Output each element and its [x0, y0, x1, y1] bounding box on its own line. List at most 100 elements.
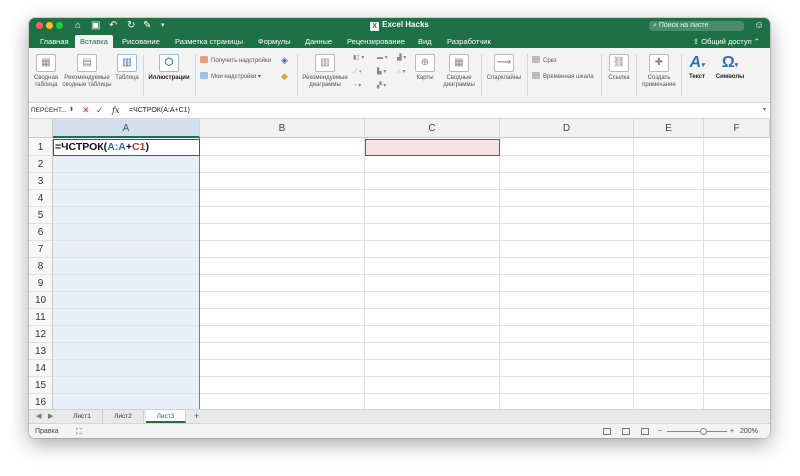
page-break-view-icon[interactable] — [641, 428, 649, 435]
name-box-dropdown-icon[interactable]: ⬍ — [69, 104, 74, 117]
zoom-level[interactable]: 200% — [740, 424, 758, 438]
ribbon-separator — [143, 54, 144, 96]
link-icon: ⛓ — [609, 54, 629, 72]
line-chart-icon[interactable]: ⟋ ▾ — [353, 68, 362, 76]
link-label: Ссылка — [608, 75, 630, 81]
worksheet-grid[interactable]: A B C D E F 1 2 3 4 5 6 7 8 9 10 11 12 1… — [29, 119, 770, 409]
share-button[interactable]: ⇪ Общий доступ ⌃ — [693, 35, 760, 48]
name-box[interactable]: ПЕРСЕНТ... — [31, 105, 67, 116]
bing-map-icon[interactable]: ◆ — [281, 72, 288, 81]
pivot-chart-label: Сводные диаграммы — [443, 75, 475, 88]
row-header-3[interactable]: 3 — [29, 173, 53, 190]
sheet-tab-2[interactable]: Лист2 — [103, 410, 144, 423]
pivot-chart-button[interactable]: ▦ Сводные диаграммы — [439, 52, 479, 89]
gridline — [53, 189, 770, 190]
zoom-in-button[interactable]: + — [730, 424, 734, 438]
row-header-8[interactable]: 8 — [29, 258, 53, 275]
sheet-tab-1[interactable]: Лист1 — [62, 410, 103, 423]
tab-developer[interactable]: Разработчик — [442, 35, 496, 48]
text-button[interactable]: A▾ Текст — [684, 52, 710, 81]
tab-view[interactable]: Вид — [413, 35, 437, 48]
prev-sheet-icon[interactable]: ◀ — [36, 410, 41, 423]
ribbon-separator — [681, 54, 682, 96]
get-addins-label: Получить надстройки — [211, 58, 271, 64]
accessibility-icon[interactable]: ⛶ — [76, 424, 82, 438]
row-header-11[interactable]: 11 — [29, 309, 53, 326]
referenced-cell-c1[interactable] — [365, 139, 500, 156]
column-header-d[interactable]: D — [500, 119, 634, 138]
get-addins-button[interactable]: Получить надстройки — [200, 56, 271, 65]
sheet-search-field[interactable]: ⌕ Поиск на листе — [649, 21, 744, 31]
maps-button[interactable]: ⊕ Карты — [413, 52, 437, 82]
bar-chart-icon[interactable]: ▬ ▾ — [377, 54, 388, 62]
add-sheet-button[interactable]: + — [194, 410, 199, 423]
ribbon-separator — [527, 54, 528, 96]
tab-home[interactable]: Главная — [35, 35, 74, 48]
scatter-chart-icon[interactable]: ∴ ▾ — [397, 68, 406, 76]
timeline-button[interactable]: Временная шкала — [532, 72, 594, 81]
column-header-f[interactable]: F — [704, 119, 770, 138]
expand-formula-bar-icon[interactable]: ▾ — [763, 103, 766, 118]
sparklines-button[interactable]: ⟿ Спарклайны — [484, 52, 524, 82]
row-header-12[interactable]: 12 — [29, 326, 53, 343]
row-header-6[interactable]: 6 — [29, 224, 53, 241]
gridline — [53, 223, 770, 224]
tab-formulas[interactable]: Формулы — [253, 35, 296, 48]
row-header-2[interactable]: 2 — [29, 156, 53, 173]
active-cell-a1-editor[interactable]: =ЧСТРОК(A:A+C1) — [53, 139, 200, 156]
new-comment-label: Создать примечание — [642, 75, 676, 88]
column-header-c[interactable]: C — [365, 119, 500, 138]
symbols-button[interactable]: Ω▾ Символы — [713, 52, 747, 81]
row-header-16[interactable]: 16 — [29, 394, 53, 409]
tab-data[interactable]: Данные — [300, 35, 337, 48]
recommended-pivot-button[interactable]: ▤ Рекомендуемые сводные таблицы — [62, 52, 112, 89]
column-chart-icon[interactable]: ▮▯ ▾ — [353, 54, 364, 62]
status-mode: Правка — [35, 428, 59, 435]
column-header-e[interactable]: E — [634, 119, 704, 138]
account-icon[interactable]: ☺ — [754, 20, 764, 31]
row-header-13[interactable]: 13 — [29, 343, 53, 360]
row-header-14[interactable]: 14 — [29, 360, 53, 377]
row-header-7[interactable]: 7 — [29, 241, 53, 258]
combo-chart-icon[interactable]: ▞ ▾ — [377, 82, 386, 90]
insert-function-icon[interactable]: fx — [112, 103, 119, 118]
statistic-chart-icon[interactable]: ▟ ▾ — [397, 54, 406, 62]
column-header-a[interactable]: A — [53, 119, 200, 138]
tab-page-layout[interactable]: Разметка страницы — [170, 35, 248, 48]
next-sheet-icon[interactable]: ▶ — [48, 410, 53, 423]
zoom-slider[interactable] — [667, 431, 727, 432]
new-comment-button[interactable]: ✚ Создать примечание — [639, 52, 679, 89]
sheet-tab-3[interactable]: Лист3 — [146, 410, 186, 423]
sparklines-icon: ⟿ — [494, 54, 514, 72]
gridline — [53, 257, 770, 258]
formula-input[interactable]: =ЧСТРОК(A:A+C1) — [129, 103, 190, 118]
confirm-entry-icon[interactable]: ✓ — [96, 103, 104, 118]
row-header-15[interactable]: 15 — [29, 377, 53, 394]
pivot-table-button[interactable]: ▦ Сводная таблица — [33, 52, 59, 89]
cancel-entry-icon[interactable]: ✕ — [82, 103, 90, 118]
link-button[interactable]: ⛓ Ссылка — [604, 52, 634, 82]
row-header-9[interactable]: 9 — [29, 275, 53, 292]
recommended-charts-button[interactable]: ▥ Рекомендуемые диаграммы — [301, 52, 349, 89]
zoom-out-button[interactable]: − — [658, 424, 662, 438]
select-all-corner[interactable] — [29, 119, 53, 138]
waterfall-chart-icon[interactable]: ▙ ▾ — [377, 68, 386, 76]
tab-review[interactable]: Рецензирование — [342, 35, 410, 48]
page-layout-view-icon[interactable] — [622, 428, 630, 435]
illustrations-button[interactable]: ⬡ Иллюстрации — [147, 52, 191, 82]
tab-draw[interactable]: Рисование — [117, 35, 165, 48]
tab-insert[interactable]: Вставка — [75, 35, 113, 48]
table-button[interactable]: ▥ Таблица — [114, 52, 140, 82]
my-addins-button[interactable]: Мои надстройки ▾ — [200, 72, 261, 81]
row-header-1[interactable]: 1 — [29, 139, 53, 156]
excel-logo-icon: X — [370, 22, 380, 31]
zoom-slider-knob[interactable] — [700, 428, 707, 435]
column-header-b[interactable]: B — [200, 119, 365, 138]
pie-chart-icon[interactable]: ◔ ▾ — [353, 82, 361, 90]
row-header-10[interactable]: 10 — [29, 292, 53, 309]
row-header-5[interactable]: 5 — [29, 207, 53, 224]
visio-icon[interactable]: ◈ — [281, 56, 288, 65]
normal-view-icon[interactable] — [603, 428, 611, 435]
slicer-button[interactable]: Срез — [532, 56, 557, 65]
row-header-4[interactable]: 4 — [29, 190, 53, 207]
